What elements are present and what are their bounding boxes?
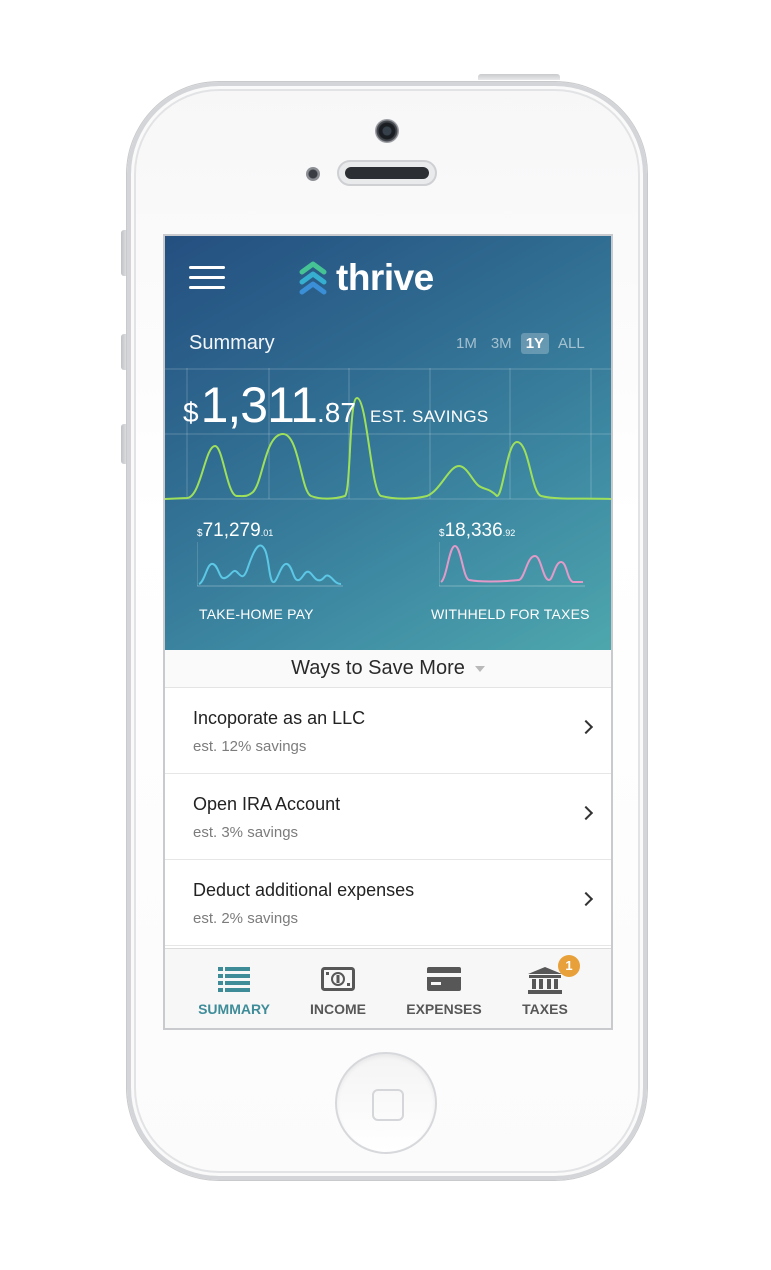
take-home-cents: .01 bbox=[260, 528, 274, 538]
bottom-tab-bar: SUMMARY INCOME EXPENSES 1 TAXES bbox=[165, 948, 611, 1028]
tab-income[interactable]: INCOME bbox=[288, 949, 388, 1028]
summary-title: Summary bbox=[189, 332, 275, 354]
tab-label: TAXES bbox=[522, 1001, 568, 1017]
caret-down-icon bbox=[474, 665, 485, 672]
list-item-subtitle: est. 3% savings bbox=[193, 824, 299, 841]
tab-label: EXPENSES bbox=[406, 1001, 482, 1017]
earpiece-speaker bbox=[337, 160, 437, 186]
savings-whole: 1,311 bbox=[200, 377, 318, 433]
credit-card-icon bbox=[427, 967, 461, 991]
withheld-label: WITHHELD FOR TAXES bbox=[431, 606, 590, 622]
range-tab-3m[interactable]: 3M bbox=[486, 333, 517, 354]
app-logo: thrive bbox=[298, 256, 434, 300]
home-button[interactable] bbox=[335, 1052, 437, 1154]
list-item[interactable]: Incoporate as an LLC est. 12% savings bbox=[165, 688, 611, 774]
take-home-whole: 71,279 bbox=[202, 520, 261, 541]
bank-icon bbox=[528, 967, 562, 994]
take-home-label: TAKE-HOME PAY bbox=[199, 606, 314, 622]
withheld-amount: $ 18,336 .92 bbox=[439, 520, 515, 542]
withheld-whole: 18,336 bbox=[444, 520, 503, 541]
list-item-title: Open IRA Account bbox=[193, 794, 341, 814]
savings-currency: $ bbox=[183, 397, 199, 428]
tab-summary[interactable]: SUMMARY bbox=[184, 949, 284, 1028]
power-button bbox=[478, 74, 560, 80]
savings-cents: .87 bbox=[317, 397, 356, 428]
savings-label: EST. SAVINGS bbox=[369, 407, 489, 426]
tab-label: SUMMARY bbox=[198, 1001, 270, 1017]
withheld-cents: .92 bbox=[502, 528, 516, 538]
list-item-subtitle: est. 12% savings bbox=[193, 738, 307, 755]
list-item-subtitle: est. 2% savings bbox=[193, 910, 299, 927]
chevron-right-icon bbox=[578, 891, 594, 907]
take-home-amount: $ 71,279 .01 bbox=[197, 520, 273, 542]
range-tab-1y[interactable]: 1Y bbox=[520, 333, 550, 354]
estimated-savings: $ 1,311 .87 EST. SAVINGS bbox=[183, 376, 488, 434]
tab-taxes[interactable]: 1 TAXES bbox=[495, 949, 595, 1028]
tab-expenses[interactable]: EXPENSES bbox=[394, 949, 494, 1028]
chevron-right-icon bbox=[578, 719, 594, 735]
list-item[interactable]: Deduct additional expenses est. 2% savin… bbox=[165, 860, 611, 946]
list-icon bbox=[218, 967, 250, 992]
range-selector: 1M 3M 1Y ALL bbox=[451, 333, 594, 354]
range-tab-all[interactable]: ALL bbox=[553, 333, 590, 354]
notification-badge: 1 bbox=[558, 955, 580, 977]
chevron-right-icon bbox=[578, 805, 594, 821]
ways-to-save-title: Ways to Save More bbox=[291, 657, 465, 679]
hamburger-menu-icon[interactable] bbox=[189, 264, 227, 292]
summary-hero: thrive Summary 1M 3M 1Y ALL $ 1,311 .87 … bbox=[165, 236, 611, 650]
withheld-card[interactable]: $ 18,336 .92 WITHHELD FOR TAXES bbox=[431, 520, 609, 630]
app-screen: thrive Summary 1M 3M 1Y ALL $ 1,311 .87 … bbox=[163, 234, 613, 1030]
proximity-sensor bbox=[306, 167, 320, 181]
take-home-sparkline bbox=[197, 542, 343, 587]
front-camera bbox=[375, 119, 399, 143]
chevrons-up-icon bbox=[299, 261, 327, 295]
list-item-title: Deduct additional expenses bbox=[193, 880, 415, 900]
withheld-sparkline bbox=[439, 542, 585, 587]
ways-to-save-dropdown[interactable]: Ways to Save More bbox=[165, 650, 611, 688]
take-home-card[interactable]: $ 71,279 .01 TAKE-HOME PAY bbox=[197, 520, 367, 630]
range-tab-1m[interactable]: 1M bbox=[451, 333, 482, 354]
list-item[interactable]: Open IRA Account est. 3% savings bbox=[165, 774, 611, 860]
app-name: thrive bbox=[336, 257, 434, 298]
list-item-title: Incoporate as an LLC bbox=[193, 708, 366, 728]
tab-label: INCOME bbox=[310, 1001, 366, 1017]
banknote-icon bbox=[321, 967, 355, 991]
